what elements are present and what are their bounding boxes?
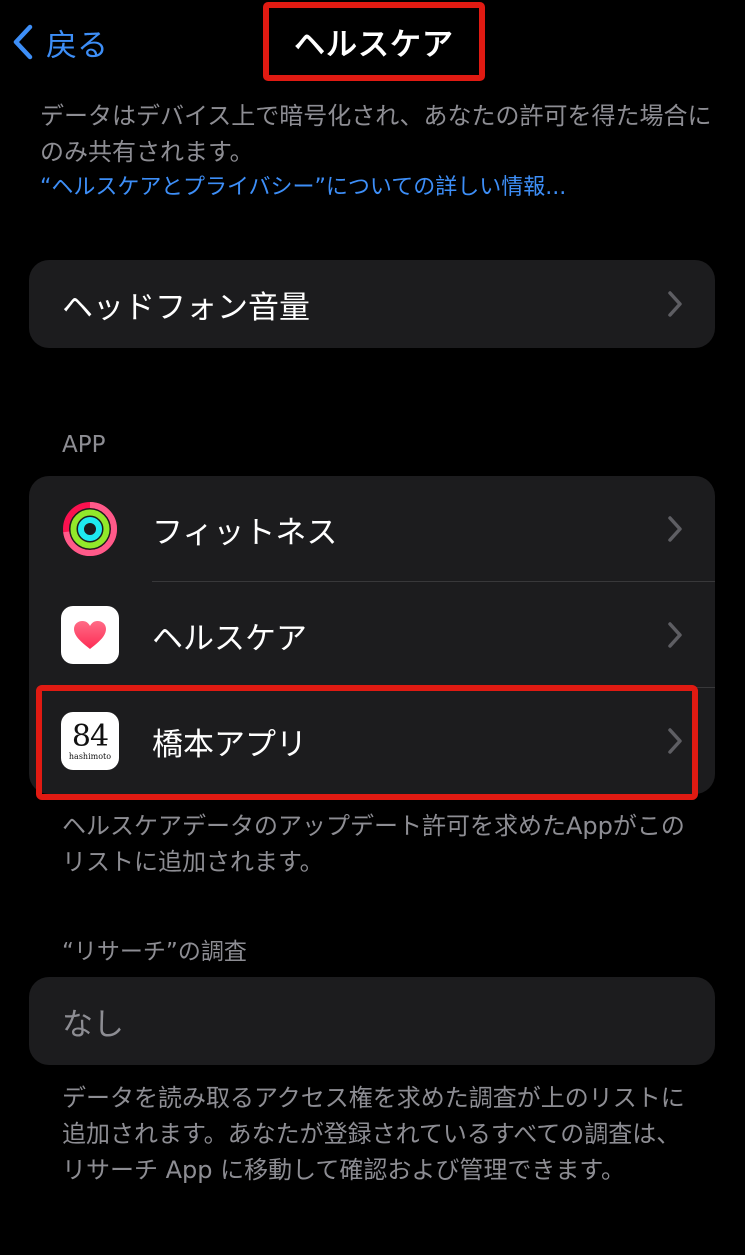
hashimoto-84-icon: 84 hashimoto: [61, 712, 119, 770]
research-section-header: “リサーチ”の調査: [62, 939, 247, 965]
app-label-health: ヘルスケア: [152, 620, 307, 657]
app-list-group: フィットネス ヘルスケア 84 hashimoto 橋本アプリ: [29, 476, 715, 794]
fitness-rings-icon: [61, 500, 119, 558]
app-row-fitness[interactable]: フィットネス: [29, 476, 715, 582]
app-row-hashimoto[interactable]: 84 hashimoto 橋本アプリ: [29, 688, 715, 794]
icon-number: 84: [71, 718, 109, 754]
app-list-footnote: ヘルスケアデータのアップデート許可を求めたAppがこのリストに追加されます。: [62, 812, 685, 876]
chevron-right-icon: [668, 728, 682, 754]
app-section-header: APP: [62, 432, 106, 458]
health-privacy-screen: 戻る ヘルスケア データはデバイス上で暗号化され、あなたの許可を得た場合にのみ共…: [0, 0, 745, 1255]
back-label: 戻る: [46, 27, 108, 64]
headphone-volume-label: ヘッドフォン音量: [62, 289, 310, 326]
research-none-row: なし: [29, 977, 715, 1065]
chevron-right-icon: [668, 291, 682, 317]
health-heart-icon: [61, 606, 119, 664]
chevron-right-icon: [668, 622, 682, 648]
intro-text: データはデバイス上で暗号化され、あなたの許可を得た場合にのみ共有されます。: [40, 102, 712, 166]
chevron-right-icon: [668, 516, 682, 542]
intro-description: データはデバイス上で暗号化され、あなたの許可を得た場合にのみ共有されます。 “ヘ…: [40, 98, 720, 206]
chevron-left-icon: [13, 24, 33, 60]
app-label-fitness: フィットネス: [152, 514, 338, 551]
navigation-bar: 戻る ヘルスケア: [0, 0, 745, 88]
icon-subtext: hashimoto: [68, 751, 112, 761]
headphone-volume-row[interactable]: ヘッドフォン音量: [29, 260, 715, 348]
title-highlight-box: ヘルスケア: [263, 2, 485, 81]
app-row-health[interactable]: ヘルスケア: [29, 582, 715, 688]
research-footnote: データを読み取るアクセス権を求めた調査が上のリストに追加されます。あなたが登録さ…: [62, 1084, 685, 1184]
back-button[interactable]: 戻る: [12, 18, 108, 66]
app-label-hashimoto: 橋本アプリ: [152, 726, 307, 763]
headphone-group: ヘッドフォン音量: [29, 260, 715, 348]
research-group: なし: [29, 977, 715, 1065]
research-none-label: なし: [62, 1006, 124, 1043]
page-title: ヘルスケア: [294, 27, 454, 63]
privacy-info-link[interactable]: “ヘルスケアとプライバシー”についての詳しい情報...: [40, 170, 720, 206]
